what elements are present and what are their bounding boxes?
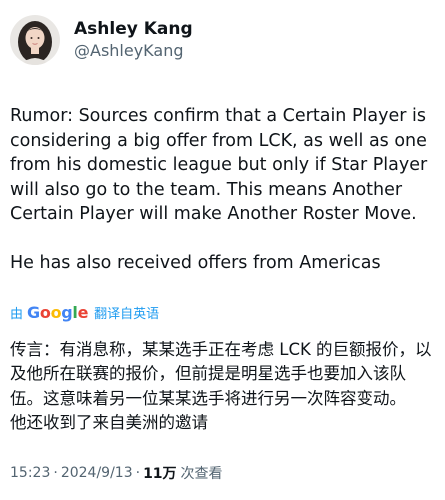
tweet-text: Rumor: Sources confirm that a Certain Pl… — [10, 106, 428, 273]
translated-from-english-link[interactable]: 翻译自英语 — [94, 303, 159, 322]
google-logo-letter: o — [39, 303, 51, 322]
meta-separator: · — [53, 465, 58, 481]
views-count: 11万 — [143, 466, 177, 482]
translation-attribution[interactable]: 由 Google 翻译自英语 — [10, 302, 435, 324]
avatar[interactable] — [10, 15, 60, 65]
views-label: 次查看 — [180, 466, 223, 482]
avatar-image — [10, 15, 60, 65]
handle[interactable]: @AshleyKang — [74, 40, 193, 62]
translated-by-label: 由 — [10, 307, 24, 322]
google-logo-letter: g — [61, 303, 73, 322]
tweet-meta: 15:23 · 2024/9/13 · 11万 次查看 — [10, 463, 223, 483]
tweet-date[interactable]: 2024/9/13 — [61, 465, 133, 481]
author-names: Ashley Kang @AshleyKang — [74, 18, 193, 62]
google-logo-letter: G — [27, 303, 40, 322]
google-logo: Google — [27, 303, 88, 322]
meta-separator: · — [135, 465, 141, 481]
display-name[interactable]: Ashley Kang — [74, 18, 193, 40]
google-logo-letter: o — [50, 303, 62, 322]
translated-text: 传言：有消息称，某某选手正在考虑 LCK 的巨额报价，以及他所在联赛的报价，但前… — [10, 339, 432, 433]
google-logo-letter: e — [77, 303, 89, 322]
tweet-time[interactable]: 15:23 — [10, 465, 50, 481]
tweet: Ashley Kang @AshleyKang Rumor: Sources c… — [0, 0, 445, 500]
tweet-header: Ashley Kang @AshleyKang — [10, 12, 435, 68]
